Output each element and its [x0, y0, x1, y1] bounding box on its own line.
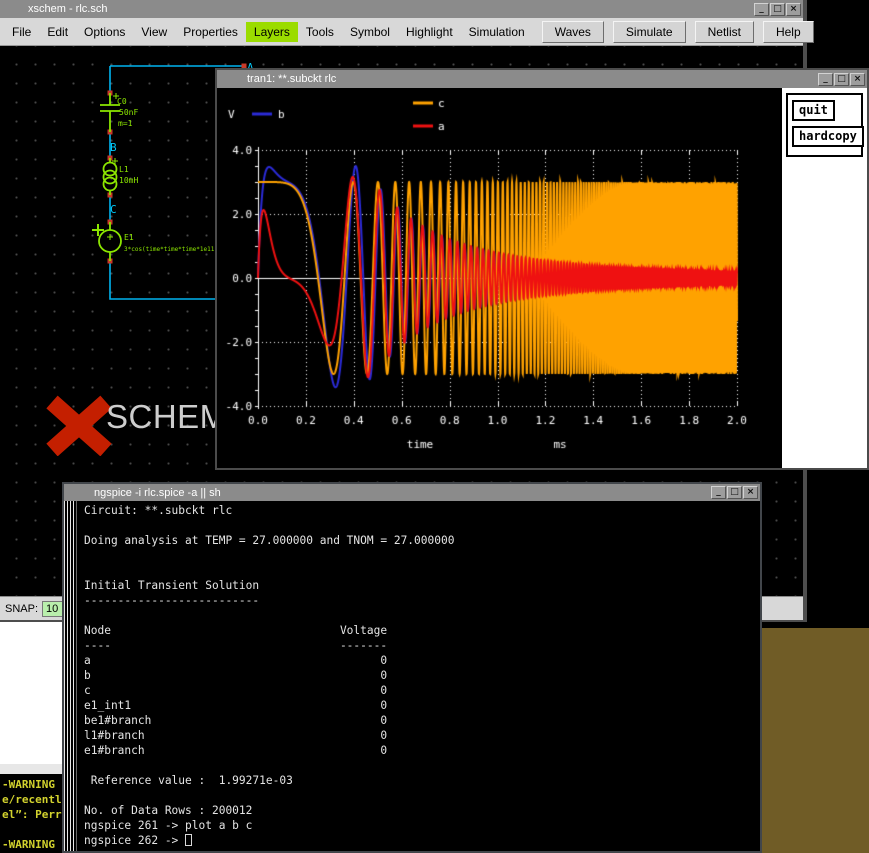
source-expression: 3*cos(time*time*time*1e11): [124, 246, 218, 253]
background-terminal: -WARNING e/recently el”: Perr -WARNING: [0, 774, 62, 853]
capacitor-attr: m=1: [118, 119, 133, 128]
warning-text: -WARNING e/recently el”: Perr -WARNING: [0, 774, 62, 852]
source-name: E1: [124, 233, 134, 242]
waves-button[interactable]: Waves: [542, 21, 604, 43]
quit-button[interactable]: quit: [792, 100, 835, 121]
terminal-titlebar[interactable]: ngspice -i rlc.spice -a || sh _ □ ×: [64, 484, 760, 501]
terminal-body[interactable]: Circuit: **.subckt rlc Doing analysis at…: [64, 501, 760, 851]
close-button[interactable]: ×: [850, 73, 865, 86]
hardcopy-button[interactable]: hardcopy: [792, 126, 864, 147]
minimize-button[interactable]: _: [711, 486, 726, 499]
minimize-button[interactable]: _: [818, 73, 833, 86]
terminal-window-controls: _ □ ×: [711, 486, 760, 499]
plot-window-title: tran1: **.subckt rlc: [217, 73, 818, 85]
menu-layers[interactable]: Layers: [246, 22, 298, 42]
xschem-logo-x: [44, 394, 114, 456]
xschem-window-controls: _ □ ×: [754, 3, 803, 16]
plot-window-controls: _ □ ×: [818, 73, 867, 86]
snap-label: SNAP:: [5, 603, 38, 615]
net-label-c[interactable]: C: [110, 203, 117, 216]
xschem-titlebar[interactable]: xschem - rlc.sch _ □ ×: [0, 0, 803, 18]
terminal-cursor: [185, 834, 192, 846]
capacitor-name: C0: [117, 97, 127, 106]
close-button[interactable]: ×: [743, 486, 758, 499]
minimize-button[interactable]: _: [754, 3, 769, 16]
plot-side-panel: quit hardcopy: [782, 88, 867, 468]
menu-view[interactable]: View: [133, 22, 175, 42]
menu-options[interactable]: Options: [76, 22, 133, 42]
menu-tools[interactable]: Tools: [298, 22, 342, 42]
plot-button-box: quit hardcopy: [786, 93, 863, 157]
xschem-window-title: xschem - rlc.sch: [0, 3, 754, 15]
menu-simulation[interactable]: Simulation: [461, 22, 533, 42]
terminal-output: Circuit: **.subckt rlc Doing analysis at…: [84, 503, 454, 848]
close-button[interactable]: ×: [786, 3, 801, 16]
desktop-wallpaper: [750, 628, 869, 853]
menu-highlight[interactable]: Highlight: [398, 22, 461, 42]
maximize-button[interactable]: □: [770, 3, 785, 16]
capacitor-value: 50nF: [119, 108, 138, 117]
terminal-window-title: ngspice -i rlc.spice -a || sh: [64, 487, 711, 499]
plot-body: quit hardcopy: [217, 88, 867, 468]
plot-titlebar[interactable]: tran1: **.subckt rlc _ □ ×: [217, 70, 867, 88]
help-button[interactable]: Help: [763, 21, 814, 43]
xschem-logo-text: SCHEM: [106, 398, 228, 436]
waveform-canvas[interactable]: [217, 88, 782, 468]
menu-file[interactable]: File: [4, 22, 39, 42]
inductor-name: L1: [119, 165, 129, 174]
menu-properties[interactable]: Properties: [175, 22, 246, 42]
menu-symbol[interactable]: Symbol: [342, 22, 398, 42]
inductor-symbol[interactable]: [104, 158, 119, 195]
voltage-source-symbol[interactable]: [92, 222, 121, 261]
maximize-button[interactable]: □: [727, 486, 742, 499]
inductor-value: 10mH: [119, 176, 138, 185]
net-label-b[interactable]: B: [110, 141, 117, 154]
terminal-scrollbar[interactable]: [64, 501, 77, 851]
background-white-window: [0, 622, 64, 764]
maximize-button[interactable]: □: [834, 73, 849, 86]
menubar: FileEditOptionsViewPropertiesLayersTools…: [0, 18, 803, 46]
simulate-button[interactable]: Simulate: [613, 21, 686, 43]
terminal-window: ngspice -i rlc.spice -a || sh _ □ × Circ…: [62, 482, 762, 853]
netlist-button[interactable]: Netlist: [695, 21, 754, 43]
plot-window: tran1: **.subckt rlc _ □ × quit hardcopy: [215, 68, 869, 470]
menu-edit[interactable]: Edit: [39, 22, 76, 42]
